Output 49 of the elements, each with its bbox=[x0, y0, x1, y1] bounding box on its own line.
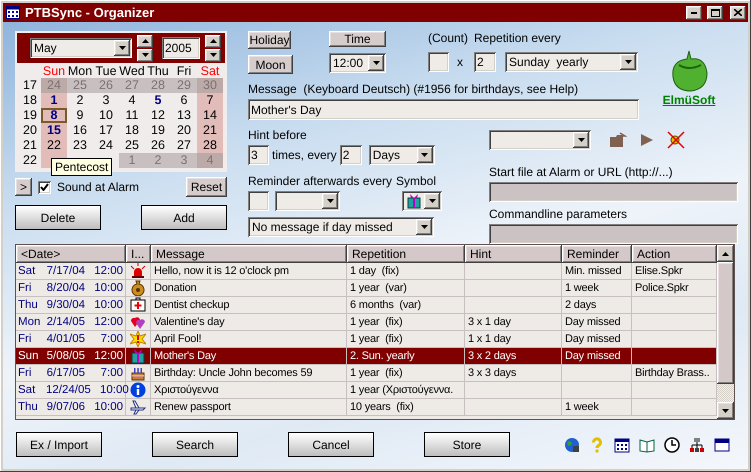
tooltip: Pentecost bbox=[51, 158, 112, 176]
week-number: 19 bbox=[22, 108, 38, 123]
weekday-text: Fri bbox=[18, 281, 32, 296]
message-label: Message (Keyboard Deutsch) (#1956 for birthdays, see Help) bbox=[248, 82, 578, 96]
time-text: 12:00 bbox=[93, 264, 123, 279]
time-text: 10:00 bbox=[93, 298, 123, 313]
time-text: 7:00 bbox=[100, 332, 123, 347]
time-text: 12:00 bbox=[93, 349, 123, 364]
weekday-text: Thu bbox=[18, 400, 39, 415]
weekday-text: Fri bbox=[18, 332, 32, 347]
weekday-text: Thu bbox=[18, 298, 39, 313]
window-title: PTBSync - Organizer bbox=[25, 5, 156, 20]
count-label: (Count) bbox=[428, 31, 468, 45]
weekday-text: Mon bbox=[18, 315, 42, 330]
time-text: 12:00 bbox=[93, 315, 123, 330]
weekday-text: Sat bbox=[18, 383, 36, 398]
date-text: 8/20/04 bbox=[46, 281, 85, 296]
times-sign: x bbox=[457, 55, 463, 69]
time-text: 10:00 bbox=[98, 383, 129, 398]
table-cell: 1 week bbox=[562, 399, 632, 416]
date-text: 2/14/05 bbox=[46, 315, 85, 330]
table-cell: 10 years (fix) bbox=[347, 399, 465, 416]
time-text: 10:00 bbox=[93, 281, 123, 296]
week-number: 17 bbox=[22, 78, 38, 93]
week-number: 20 bbox=[22, 123, 38, 138]
date-text: 4/01/05 bbox=[46, 332, 85, 347]
reminder-label: Reminder afterwards every bbox=[248, 174, 394, 188]
date-text: 6/17/05 bbox=[46, 366, 85, 381]
commandline-label: Commandline parameters bbox=[489, 207, 628, 221]
week-number: 21 bbox=[22, 138, 38, 153]
symbol-label: Symbol bbox=[396, 174, 436, 188]
weekday-text: Fri bbox=[18, 366, 32, 381]
date-text: 9/07/06 bbox=[46, 400, 85, 415]
repetition-label: Repetition every bbox=[474, 31, 562, 45]
table-cell: Renew passport bbox=[151, 399, 347, 416]
week-number: 22 bbox=[22, 153, 38, 168]
start-file-label: Start file at Alarm or URL (http://...) bbox=[489, 165, 674, 179]
date-text: 12/24/05 bbox=[46, 383, 91, 398]
date-text: 9/30/04 bbox=[46, 298, 85, 313]
checkbox-label: Sound at Alarm bbox=[57, 180, 140, 194]
times-every-label: times, every bbox=[272, 148, 337, 162]
week-number: 18 bbox=[22, 93, 38, 108]
time-text: 10:00 bbox=[93, 400, 123, 415]
weekday-text: Sat bbox=[18, 264, 36, 279]
weekday-text: Sun bbox=[18, 349, 40, 364]
date-text: 5/08/05 bbox=[46, 349, 85, 364]
date-text: 7/17/04 bbox=[46, 264, 85, 279]
hint-label: Hint before bbox=[248, 128, 308, 142]
time-text: 7:00 bbox=[100, 366, 123, 381]
